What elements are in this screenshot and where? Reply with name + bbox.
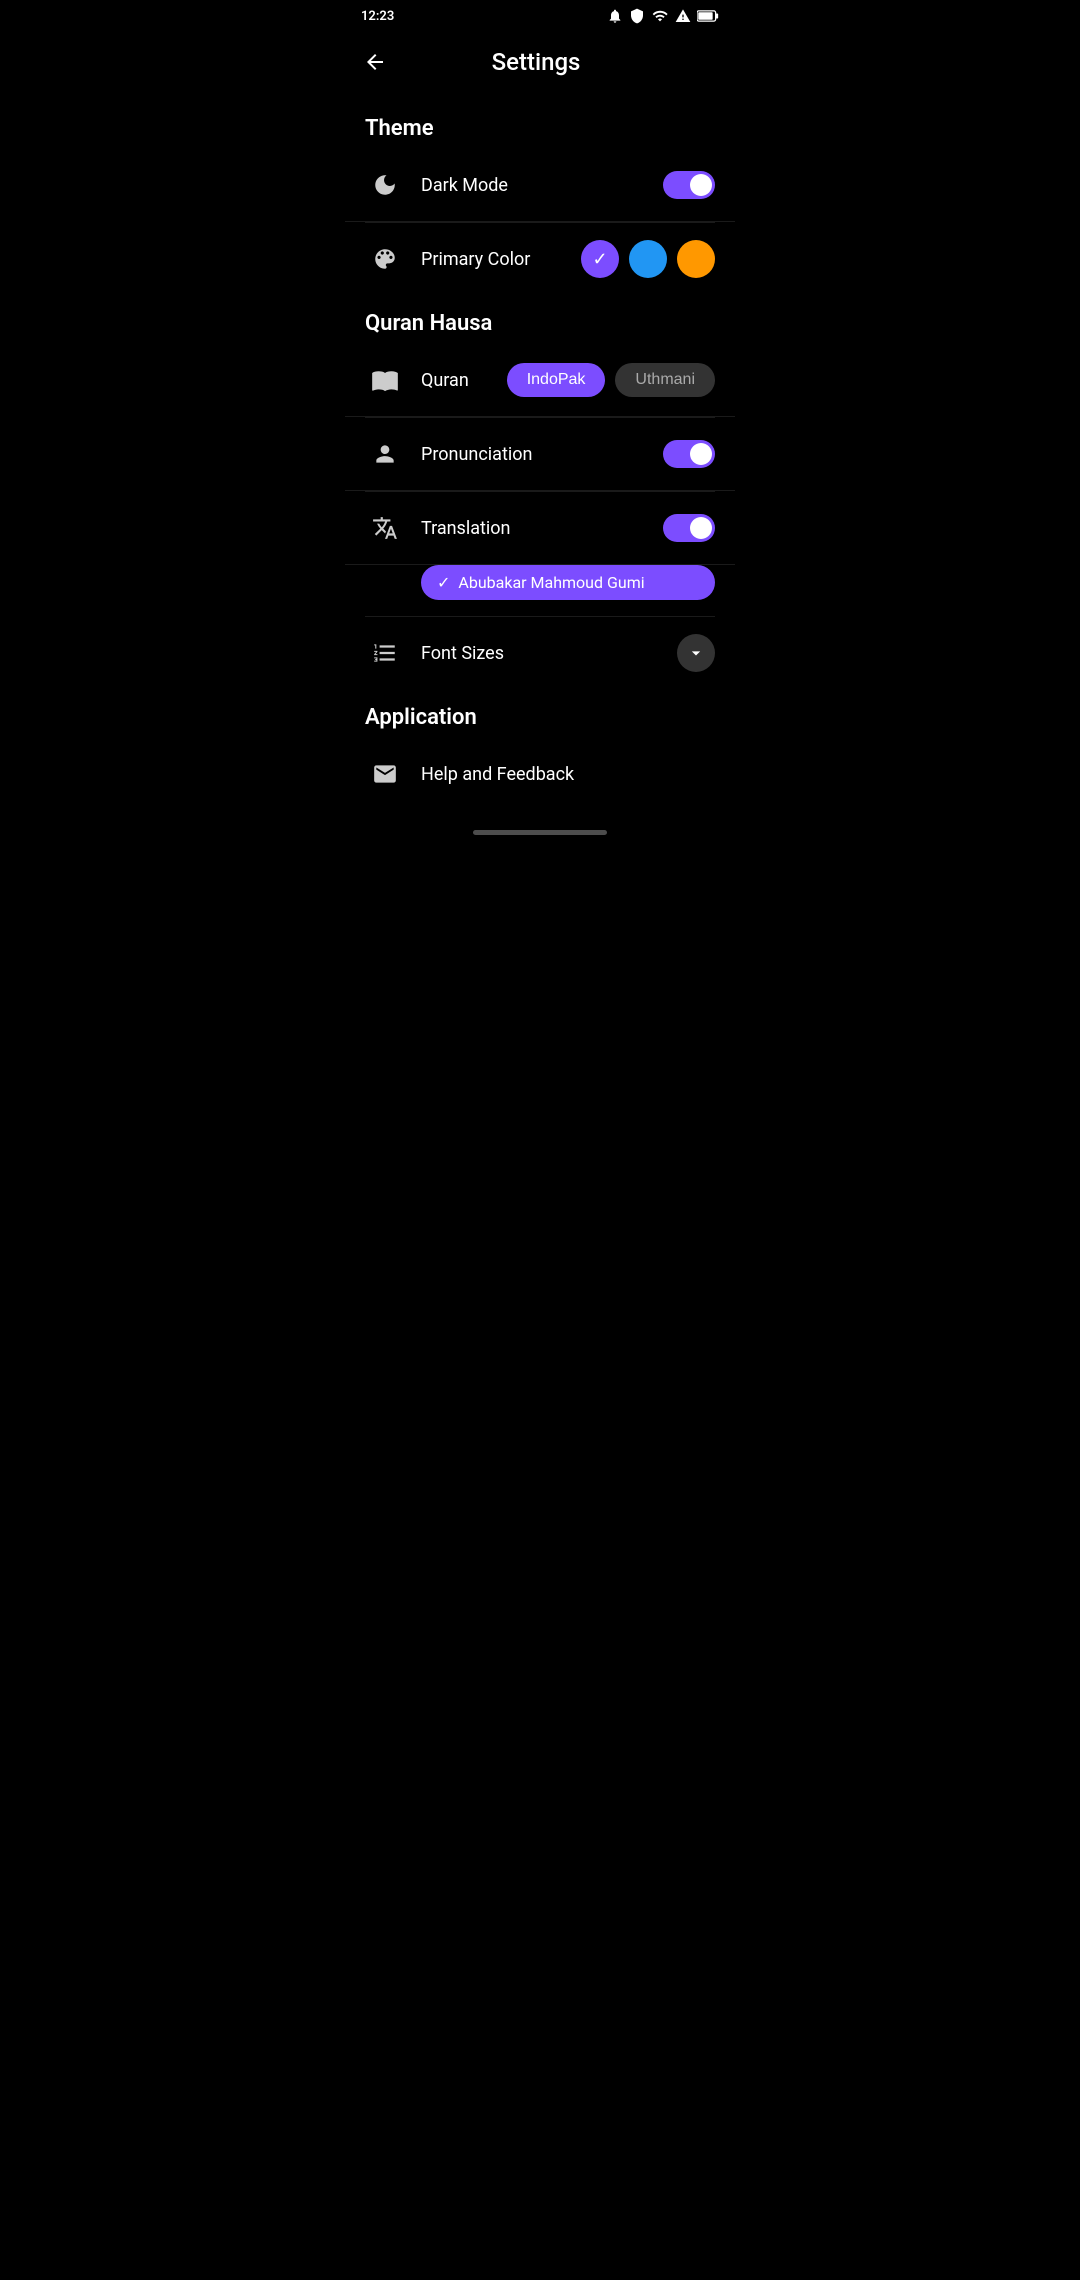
wifi-icon <box>651 8 669 24</box>
font-sizes-icon <box>365 633 405 673</box>
indopak-button[interactable]: IndoPak <box>507 363 606 397</box>
quran-hausa-section: Quran Hausa Quran IndoPak Uthmani Pronun… <box>345 295 735 689</box>
quran-icon <box>365 360 405 400</box>
quran-section-heading: Quran Hausa <box>345 295 735 344</box>
bottom-nav-indicator <box>473 830 607 835</box>
font-sizes-label: Font Sizes <box>421 643 677 664</box>
battery-icon <box>697 9 719 23</box>
translation-check-icon: ✓ <box>437 573 450 592</box>
back-button[interactable] <box>353 40 397 84</box>
pronunciation-setting[interactable]: Pronunciation <box>345 418 735 491</box>
dark-mode-label: Dark Mode <box>421 175 663 196</box>
dark-mode-icon <box>365 165 405 205</box>
translation-selector[interactable]: ✓ Abubakar Mahmoud Gumi <box>421 565 715 600</box>
check-icon: ✓ <box>592 249 607 270</box>
translation-selected-label: Abubakar Mahmoud Gumi <box>458 573 644 592</box>
primary-color-setting[interactable]: Primary Color ✓ <box>345 223 735 295</box>
pronunciation-toggle[interactable] <box>663 440 715 468</box>
dark-mode-toggle-knob <box>690 174 712 196</box>
help-feedback-icon <box>365 754 405 794</box>
pronunciation-toggle-knob <box>690 443 712 465</box>
pronunciation-icon <box>365 434 405 474</box>
status-time: 12:23 <box>361 9 394 24</box>
help-feedback-label: Help and Feedback <box>421 764 715 785</box>
application-section: Application Help and Feedback <box>345 689 735 810</box>
translation-toggle-knob <box>690 517 712 539</box>
notification-icon <box>607 8 623 24</box>
pronunciation-label: Pronunciation <box>421 444 663 465</box>
color-purple[interactable]: ✓ <box>581 240 619 278</box>
translation-toggle[interactable] <box>663 514 715 542</box>
quran-label: Quran <box>421 370 507 391</box>
dropdown-arrow-icon <box>686 643 706 663</box>
dark-mode-toggle[interactable] <box>663 171 715 199</box>
quran-buttons: IndoPak Uthmani <box>507 363 715 397</box>
color-options: ✓ <box>581 240 715 278</box>
theme-section-heading: Theme <box>345 100 735 149</box>
quran-setting[interactable]: Quran IndoPak Uthmani <box>345 344 735 417</box>
color-orange[interactable] <box>677 240 715 278</box>
signal-icon <box>675 8 691 24</box>
translation-row: ✓ Abubakar Mahmoud Gumi <box>345 565 735 616</box>
primary-color-icon <box>365 239 405 279</box>
translation-setting[interactable]: Translation <box>345 492 735 565</box>
uthmani-button[interactable]: Uthmani <box>615 363 715 397</box>
back-arrow-icon <box>363 50 387 74</box>
font-sizes-dropdown[interactable] <box>677 634 715 672</box>
primary-color-label: Primary Color <box>421 249 581 270</box>
color-blue[interactable] <box>629 240 667 278</box>
shield-icon <box>629 8 645 24</box>
top-bar: Settings <box>345 32 735 100</box>
font-sizes-setting[interactable]: Font Sizes <box>345 617 735 689</box>
translation-label: Translation <box>421 518 663 539</box>
status-bar: 12:23 <box>345 0 735 32</box>
help-feedback-setting[interactable]: Help and Feedback <box>345 738 735 810</box>
translation-icon <box>365 508 405 548</box>
dark-mode-setting[interactable]: Dark Mode <box>345 149 735 222</box>
application-section-heading: Application <box>345 689 735 738</box>
status-icons <box>607 8 719 24</box>
theme-section: Theme Dark Mode Primary Color ✓ <box>345 100 735 295</box>
page-title: Settings <box>397 48 719 76</box>
